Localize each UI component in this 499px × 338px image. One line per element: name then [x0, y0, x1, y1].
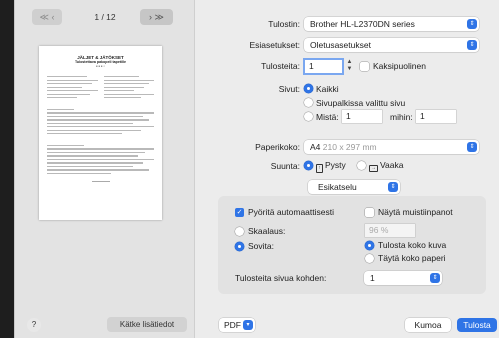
scale-input[interactable]: 96 % [365, 224, 415, 237]
print-dialog: ≪ ‹ 1 / 12 › ≫ JÄLJET & JÄTÖKSET Tuloste… [14, 0, 499, 338]
scale-label: Skaalaus: [248, 226, 286, 236]
paper-size-dims: 210 x 297 mm [322, 142, 377, 152]
preview-pane: ≪ ‹ 1 / 12 › ≫ JÄLJET & JÄTÖKSET Tuloste… [15, 0, 195, 338]
orientation-landscape-radio[interactable] [357, 161, 366, 170]
print-entire-radio[interactable] [365, 241, 374, 250]
copies-label: Tulosteita: [261, 61, 300, 71]
print-button[interactable]: Tulosta [457, 318, 497, 332]
cancel-button[interactable]: Kumoa [405, 318, 451, 332]
portrait-orientation-icon: ↑ [316, 164, 323, 173]
orientation-portrait-option: ↑ Pysty [316, 160, 346, 173]
chevron-updown-icon: ⇕ [467, 40, 477, 50]
presets-label: Esiasetukset: [249, 40, 300, 50]
paper-size-label: Paperikoko: [255, 142, 300, 152]
chevron-down-icon: ▾ [243, 320, 253, 330]
orientation-landscape-label: Vaaka [380, 160, 404, 170]
page-thumbnail[interactable]: JÄLJET & JÄTÖKSET Tulostettava pakopeli … [39, 46, 162, 220]
orientation-label: Suunta: [270, 161, 300, 171]
section-select-value: Esikatselu [318, 182, 357, 192]
next-page-button[interactable]: › ≫ [140, 9, 173, 25]
landscape-orientation-icon: → [369, 165, 378, 172]
thumbnail-stars: ● ● ● ○ [95, 63, 106, 68]
fit-radio[interactable] [235, 242, 244, 251]
copies-per-page-value: 1 [370, 273, 375, 283]
duplex-label: Kaksipuolinen [373, 61, 426, 71]
pdf-menu-button[interactable]: PDF ▾ [219, 318, 255, 332]
copies-input[interactable]: 1 [305, 60, 342, 73]
printer-value: Brother HL-L2370DN series [310, 19, 415, 29]
presets-value: Oletusasetukset [310, 40, 371, 50]
copies-per-page-select[interactable]: 1 ⇕ [364, 271, 442, 285]
pages-label: Sivut: [278, 84, 300, 94]
pages-from-input[interactable]: 1 [342, 110, 382, 123]
hide-details-button[interactable]: Kätke lisätiedot [107, 317, 187, 332]
pages-all-label: Kaikki [316, 84, 339, 94]
pages-to-input[interactable]: 1 [416, 110, 456, 123]
auto-rotate-label: Pyöritä automaattisesti [248, 207, 334, 217]
fill-paper-label: Täytä koko paperi [378, 253, 446, 263]
paper-size-select[interactable]: A4 210 x 297 mm ⇕ [304, 140, 479, 154]
pages-selected-radio[interactable] [304, 98, 313, 107]
show-notes-label: Näytä muistiinpanot [378, 207, 453, 217]
printer-select[interactable]: Brother HL-L2370DN series ⇕ [304, 17, 479, 31]
fit-label: Sovita: [248, 241, 274, 251]
printer-label: Tulostin: [268, 19, 300, 29]
pages-to-label: mihin: [390, 112, 413, 122]
previous-page-button[interactable]: ≪ ‹ [32, 9, 62, 25]
fill-paper-radio[interactable] [365, 254, 374, 263]
print-entire-label: Tulosta koko kuva [378, 240, 447, 250]
chevron-updown-icon: ⇕ [388, 182, 398, 192]
copies-per-page-label: Tulosteita sivua kohden: [235, 273, 327, 283]
help-button[interactable]: ? [27, 318, 41, 332]
pages-all-radio[interactable] [304, 84, 313, 93]
presets-select[interactable]: Oletusasetukset ⇕ [304, 38, 479, 52]
pdf-label: PDF [224, 320, 241, 330]
auto-rotate-checkbox[interactable]: ✓ [235, 208, 244, 217]
chevron-updown-icon: ⇕ [430, 273, 440, 283]
chevron-updown-icon: ⇕ [467, 142, 477, 152]
copies-stepper[interactable]: ▲ ▼ [345, 59, 354, 73]
pages-from-label: Mistä: [316, 112, 339, 122]
dialog-footer: PDF ▾ Kumoa Tulosta [195, 314, 499, 338]
orientation-portrait-label: Pysty [325, 160, 346, 170]
paper-size-value: A4 [310, 142, 321, 152]
pages-range-radio[interactable] [304, 112, 313, 121]
show-notes-checkbox[interactable] [365, 208, 374, 217]
orientation-portrait-radio[interactable] [304, 161, 313, 170]
chevron-updown-icon: ⇕ [467, 19, 477, 29]
orientation-landscape-option: → Vaaka [369, 160, 403, 172]
scale-radio[interactable] [235, 227, 244, 236]
page-indicator: 1 / 12 [94, 12, 116, 22]
pages-selected-label: Sivupalkissa valittu sivu [316, 98, 406, 108]
duplex-checkbox[interactable] [360, 62, 369, 71]
section-select[interactable]: Esikatselu ⇕ [308, 180, 400, 194]
